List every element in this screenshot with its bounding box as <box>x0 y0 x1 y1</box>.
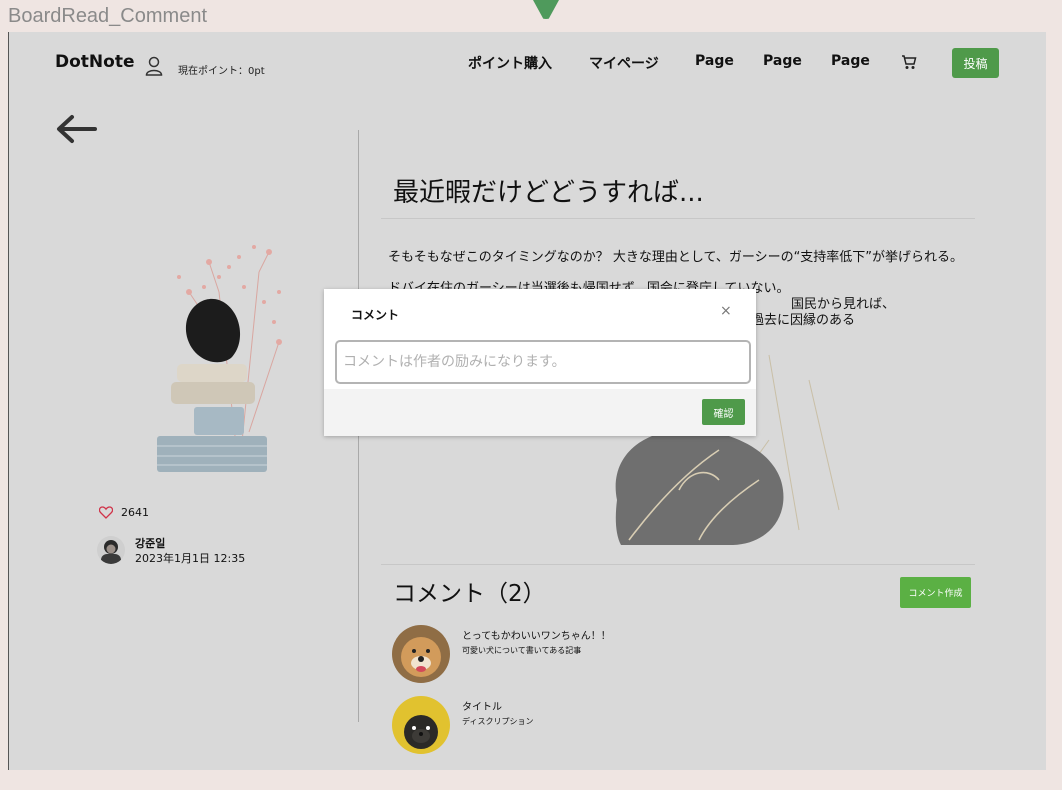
comment-desc: 可愛い犬について書いてある記事 <box>462 646 582 655</box>
comment-item: タイトル ディスクリプション <box>392 696 792 756</box>
modal-title: コメント <box>351 308 400 322</box>
post-date: 2023年1月1日 12:35 <box>135 552 246 565</box>
comments-divider <box>381 564 975 565</box>
nav-page-3[interactable]: Page <box>831 53 870 69</box>
post-image <box>157 245 282 473</box>
close-icon[interactable]: × <box>720 303 732 319</box>
nav-page-1[interactable]: Page <box>695 53 734 69</box>
write-comment-button[interactable]: コメント作成 <box>900 577 971 608</box>
comment-modal: コメント × 確認 <box>324 289 756 436</box>
frame-label: BoardRead_Comment <box>8 5 207 27</box>
cart-icon[interactable] <box>901 53 917 75</box>
app-screen: DotNote 現在ポイント：0pt ポイント購入 マイページ Page Pag… <box>8 32 1046 770</box>
post-paragraph-1: そもそもなぜこのタイミングなのか？ 大きな理由として、ガーシーの“支持率低下”が… <box>388 250 964 265</box>
post-title: 最近暇だけどどうすれば... <box>393 178 704 208</box>
comment-avatar[interactable] <box>392 696 450 754</box>
points-label: 現在ポイント：0pt <box>178 66 265 77</box>
like-count: 2641 <box>121 506 149 519</box>
nav-page-2[interactable]: Page <box>763 53 802 69</box>
author-avatar[interactable] <box>97 536 125 564</box>
comments-title: コメント（2） <box>393 581 546 607</box>
comment-name: とってもかわいいワンちゃん！！ <box>462 631 611 642</box>
confirm-button[interactable]: 確認 <box>702 399 745 425</box>
author-name: 강준일 <box>135 537 166 550</box>
comment-input[interactable] <box>335 340 751 384</box>
title-divider <box>381 218 975 219</box>
nav-mypage[interactable]: マイページ <box>589 53 659 73</box>
frame-marker <box>533 0 559 19</box>
user-icon[interactable] <box>145 56 163 80</box>
logo[interactable]: DotNote <box>55 52 134 72</box>
heart-icon[interactable] <box>98 504 114 523</box>
comment-name: タイトル <box>462 702 502 713</box>
comment-desc: ディスクリプション <box>462 717 534 726</box>
comment-item: とってもかわいいワンちゃん！！ 可愛い犬について書いてある記事 <box>392 625 792 685</box>
post-button[interactable]: 投稿 <box>952 48 999 78</box>
comment-avatar[interactable] <box>392 625 450 683</box>
nav-buy-points[interactable]: ポイント購入 <box>468 53 552 73</box>
back-arrow-icon[interactable] <box>55 114 97 148</box>
